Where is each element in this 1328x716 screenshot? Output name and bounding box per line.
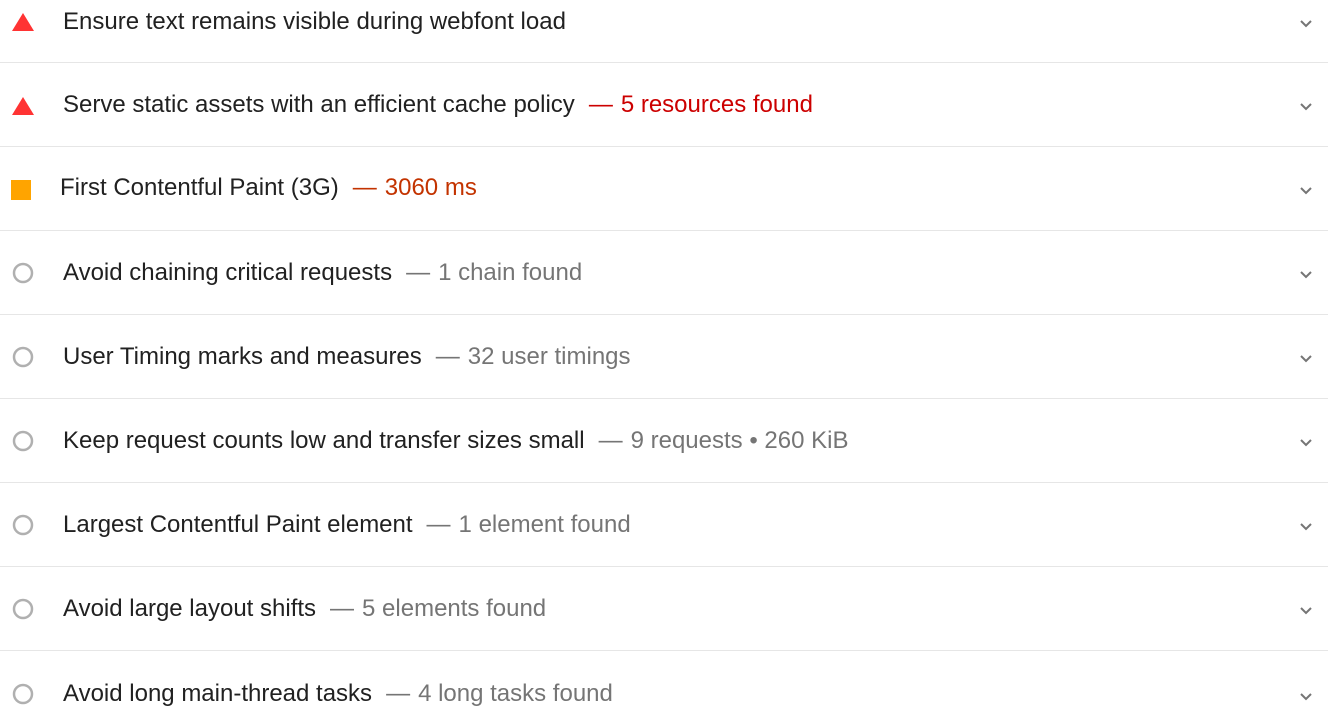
audit-row-lcp-element[interactable]: Largest Contentful Paint element —1 eleme… xyxy=(0,483,1328,567)
audit-display-value: —3060 ms xyxy=(352,174,477,201)
audit-title-text: Largest Contentful Paint element xyxy=(63,511,413,538)
chevron-down-icon[interactable] xyxy=(1298,350,1314,366)
chevron-down-icon[interactable] xyxy=(1298,518,1314,534)
audit-row-user-timing[interactable]: User Timing marks and measures —32 user t… xyxy=(0,315,1328,399)
informative-circle-icon xyxy=(11,682,35,706)
audit-row-critical-requests[interactable]: Avoid chaining critical requests —1 chain… xyxy=(0,231,1328,315)
audit-title: Avoid large layout shifts —5 elements fou… xyxy=(63,594,546,624)
audit-title-text: User Timing marks and measures xyxy=(63,343,422,370)
audit-row-fcp[interactable]: First Contentful Paint (3G) —3060 ms xyxy=(0,147,1328,231)
audit-row-cache-policy[interactable]: Serve static assets with an efficient ca… xyxy=(0,63,1328,147)
audit-title: Avoid chaining critical requests —1 chain… xyxy=(63,258,582,288)
audit-title: Keep request counts low and transfer siz… xyxy=(63,426,848,456)
audit-title-text: Avoid long main-thread tasks xyxy=(63,680,373,707)
audit-row-layout-shifts[interactable]: Avoid large layout shifts —5 elements fou… xyxy=(0,567,1328,651)
audit-display-value: —1 element found xyxy=(426,511,631,538)
audit-display-value: —32 user timings xyxy=(435,343,631,370)
audit-title-text: Serve static assets with an efficient ca… xyxy=(63,91,575,118)
audit-title-text: Avoid large layout shifts xyxy=(63,595,317,622)
audit-row-webfont[interactable]: Ensure text remains visible during webfo… xyxy=(0,0,1328,63)
audit-title: Avoid long main-thread tasks —4 long task… xyxy=(63,679,613,709)
audit-display-value: —4 long tasks found xyxy=(386,680,613,707)
informative-circle-icon xyxy=(11,597,35,621)
informative-circle-icon xyxy=(11,513,35,537)
chevron-down-icon[interactable] xyxy=(1298,98,1314,114)
average-square-icon xyxy=(11,178,35,202)
audit-display-value: —5 resources found xyxy=(588,91,813,118)
audit-title-text: Ensure text remains visible during webfo… xyxy=(63,8,566,35)
audit-title: Ensure text remains visible during webfo… xyxy=(63,7,566,37)
informative-circle-icon xyxy=(11,429,35,453)
fail-triangle-icon xyxy=(11,10,35,34)
audit-row-resource-summary[interactable]: Keep request counts low and transfer siz… xyxy=(0,399,1328,483)
chevron-down-icon[interactable] xyxy=(1298,266,1314,282)
audit-title-text: First Contentful Paint (3G) xyxy=(60,174,339,201)
audit-list: Ensure text remains visible during webfo… xyxy=(0,0,1328,708)
informative-circle-icon xyxy=(11,261,35,285)
audit-title: User Timing marks and measures —32 user t… xyxy=(63,342,631,372)
audit-title: Largest Contentful Paint element —1 eleme… xyxy=(63,510,631,540)
audit-row-long-tasks[interactable]: Avoid long main-thread tasks —4 long task… xyxy=(0,651,1328,716)
chevron-down-icon[interactable] xyxy=(1298,688,1314,704)
fail-triangle-icon xyxy=(11,94,35,118)
audit-display-value: —1 chain found xyxy=(406,259,583,286)
audit-title-text: Keep request counts low and transfer siz… xyxy=(63,427,585,454)
audit-title-text: Avoid chaining critical requests xyxy=(63,259,393,286)
informative-circle-icon xyxy=(11,345,35,369)
audit-title: First Contentful Paint (3G) —3060 ms xyxy=(60,173,477,203)
chevron-down-icon[interactable] xyxy=(1298,602,1314,618)
chevron-down-icon[interactable] xyxy=(1298,182,1314,198)
chevron-down-icon[interactable] xyxy=(1298,434,1314,450)
chevron-down-icon[interactable] xyxy=(1298,15,1314,31)
audit-display-value: —9 requests • 260 KiB xyxy=(598,427,849,454)
audit-title: Serve static assets with an efficient ca… xyxy=(63,90,813,120)
audit-display-value: —5 elements found xyxy=(330,595,547,622)
